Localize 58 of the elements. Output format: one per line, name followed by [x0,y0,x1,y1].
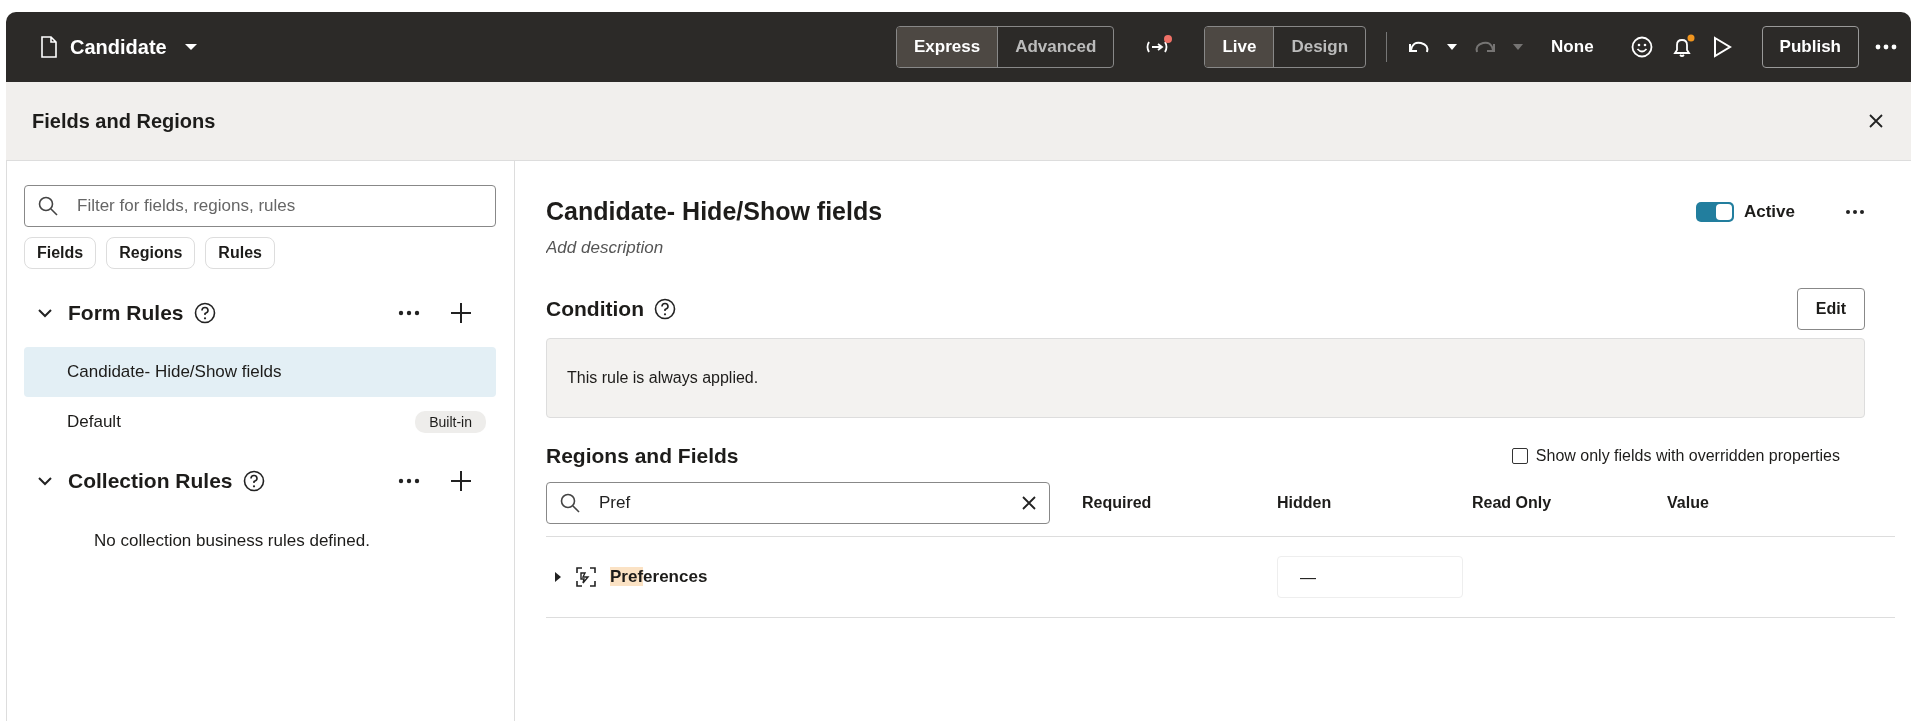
toggle-label: Active [1743,201,1795,222]
active-toggle[interactable] [1695,201,1734,222]
edit-button[interactable]: Edit [1796,288,1865,330]
view-tab[interactable]: Design [1273,27,1366,67]
panel-title: Fields and Regions [32,109,216,133]
page-title[interactable]: Candidate [70,35,167,59]
smiley-icon[interactable] [1629,35,1654,59]
play-icon[interactable] [1711,36,1732,58]
region-icon [576,567,596,587]
filter-chip[interactable]: Rules [205,237,275,269]
column-header: Read Only [1472,494,1553,512]
publish-button[interactable]: Publish [1761,26,1859,68]
more-icon[interactable] [398,478,420,484]
rule-item[interactable]: Default Built-in [24,397,496,447]
add-icon[interactable] [450,470,472,492]
more-icon[interactable] [1845,208,1865,215]
rule-item[interactable]: Candidate- Hide/Show fields [24,347,496,397]
column-header: Required [1082,494,1153,512]
filter-chip[interactable]: Fields [24,237,97,269]
add-icon[interactable] [450,302,472,324]
filter-chip[interactable]: Regions [106,237,196,269]
search-icon [560,493,580,513]
view-tab[interactable]: Live [1205,27,1274,67]
built-in-badge: Built-in [415,411,486,433]
column-header: Value [1667,494,1710,512]
expand-icon[interactable] [554,572,562,582]
section-title: Condition [546,297,644,321]
chevron-icon[interactable] [38,308,52,318]
checkbox-label: Show only fields with overridden properties [1535,447,1840,465]
hidden-cell[interactable]: — [1277,556,1463,598]
column-header: Hidden [1277,494,1333,512]
mode-tab[interactable]: Advanced [997,27,1114,67]
help-icon[interactable] [193,302,216,324]
search-field[interactable]: Pref [546,482,1050,524]
chevron-icon[interactable] [38,476,52,486]
clear-icon[interactable] [1022,496,1036,510]
section-title: Collection Rules [68,469,233,493]
section-title: Regions and Fields [546,444,739,468]
region-name: Preferences [610,567,708,587]
section-title: Form Rules [68,301,184,325]
help-icon[interactable] [653,298,676,320]
mode-tab[interactable]: Express [896,27,998,67]
caret-icon[interactable] [184,43,197,51]
rule-name: Default [67,412,121,432]
empty-message: No collection business rules defined. [93,530,371,551]
rule-name: Candidate- Hide/Show fields [67,362,282,382]
more-icon[interactable] [398,310,420,316]
document-icon [40,36,58,58]
caret-icon[interactable] [1447,44,1458,50]
help-icon[interactable] [242,470,265,492]
condition-text: This rule is always applied. [567,369,759,387]
rule-title: Candidate- Hide/Show fields [546,197,883,226]
checkbox[interactable] [1511,448,1528,464]
sandbox-label[interactable]: None [1551,37,1594,57]
close-icon[interactable] [1869,114,1883,128]
search-icon [38,196,58,216]
filter-field[interactable]: Filter for fields, regions, rules [24,185,496,227]
more-icon[interactable] [1875,44,1897,50]
